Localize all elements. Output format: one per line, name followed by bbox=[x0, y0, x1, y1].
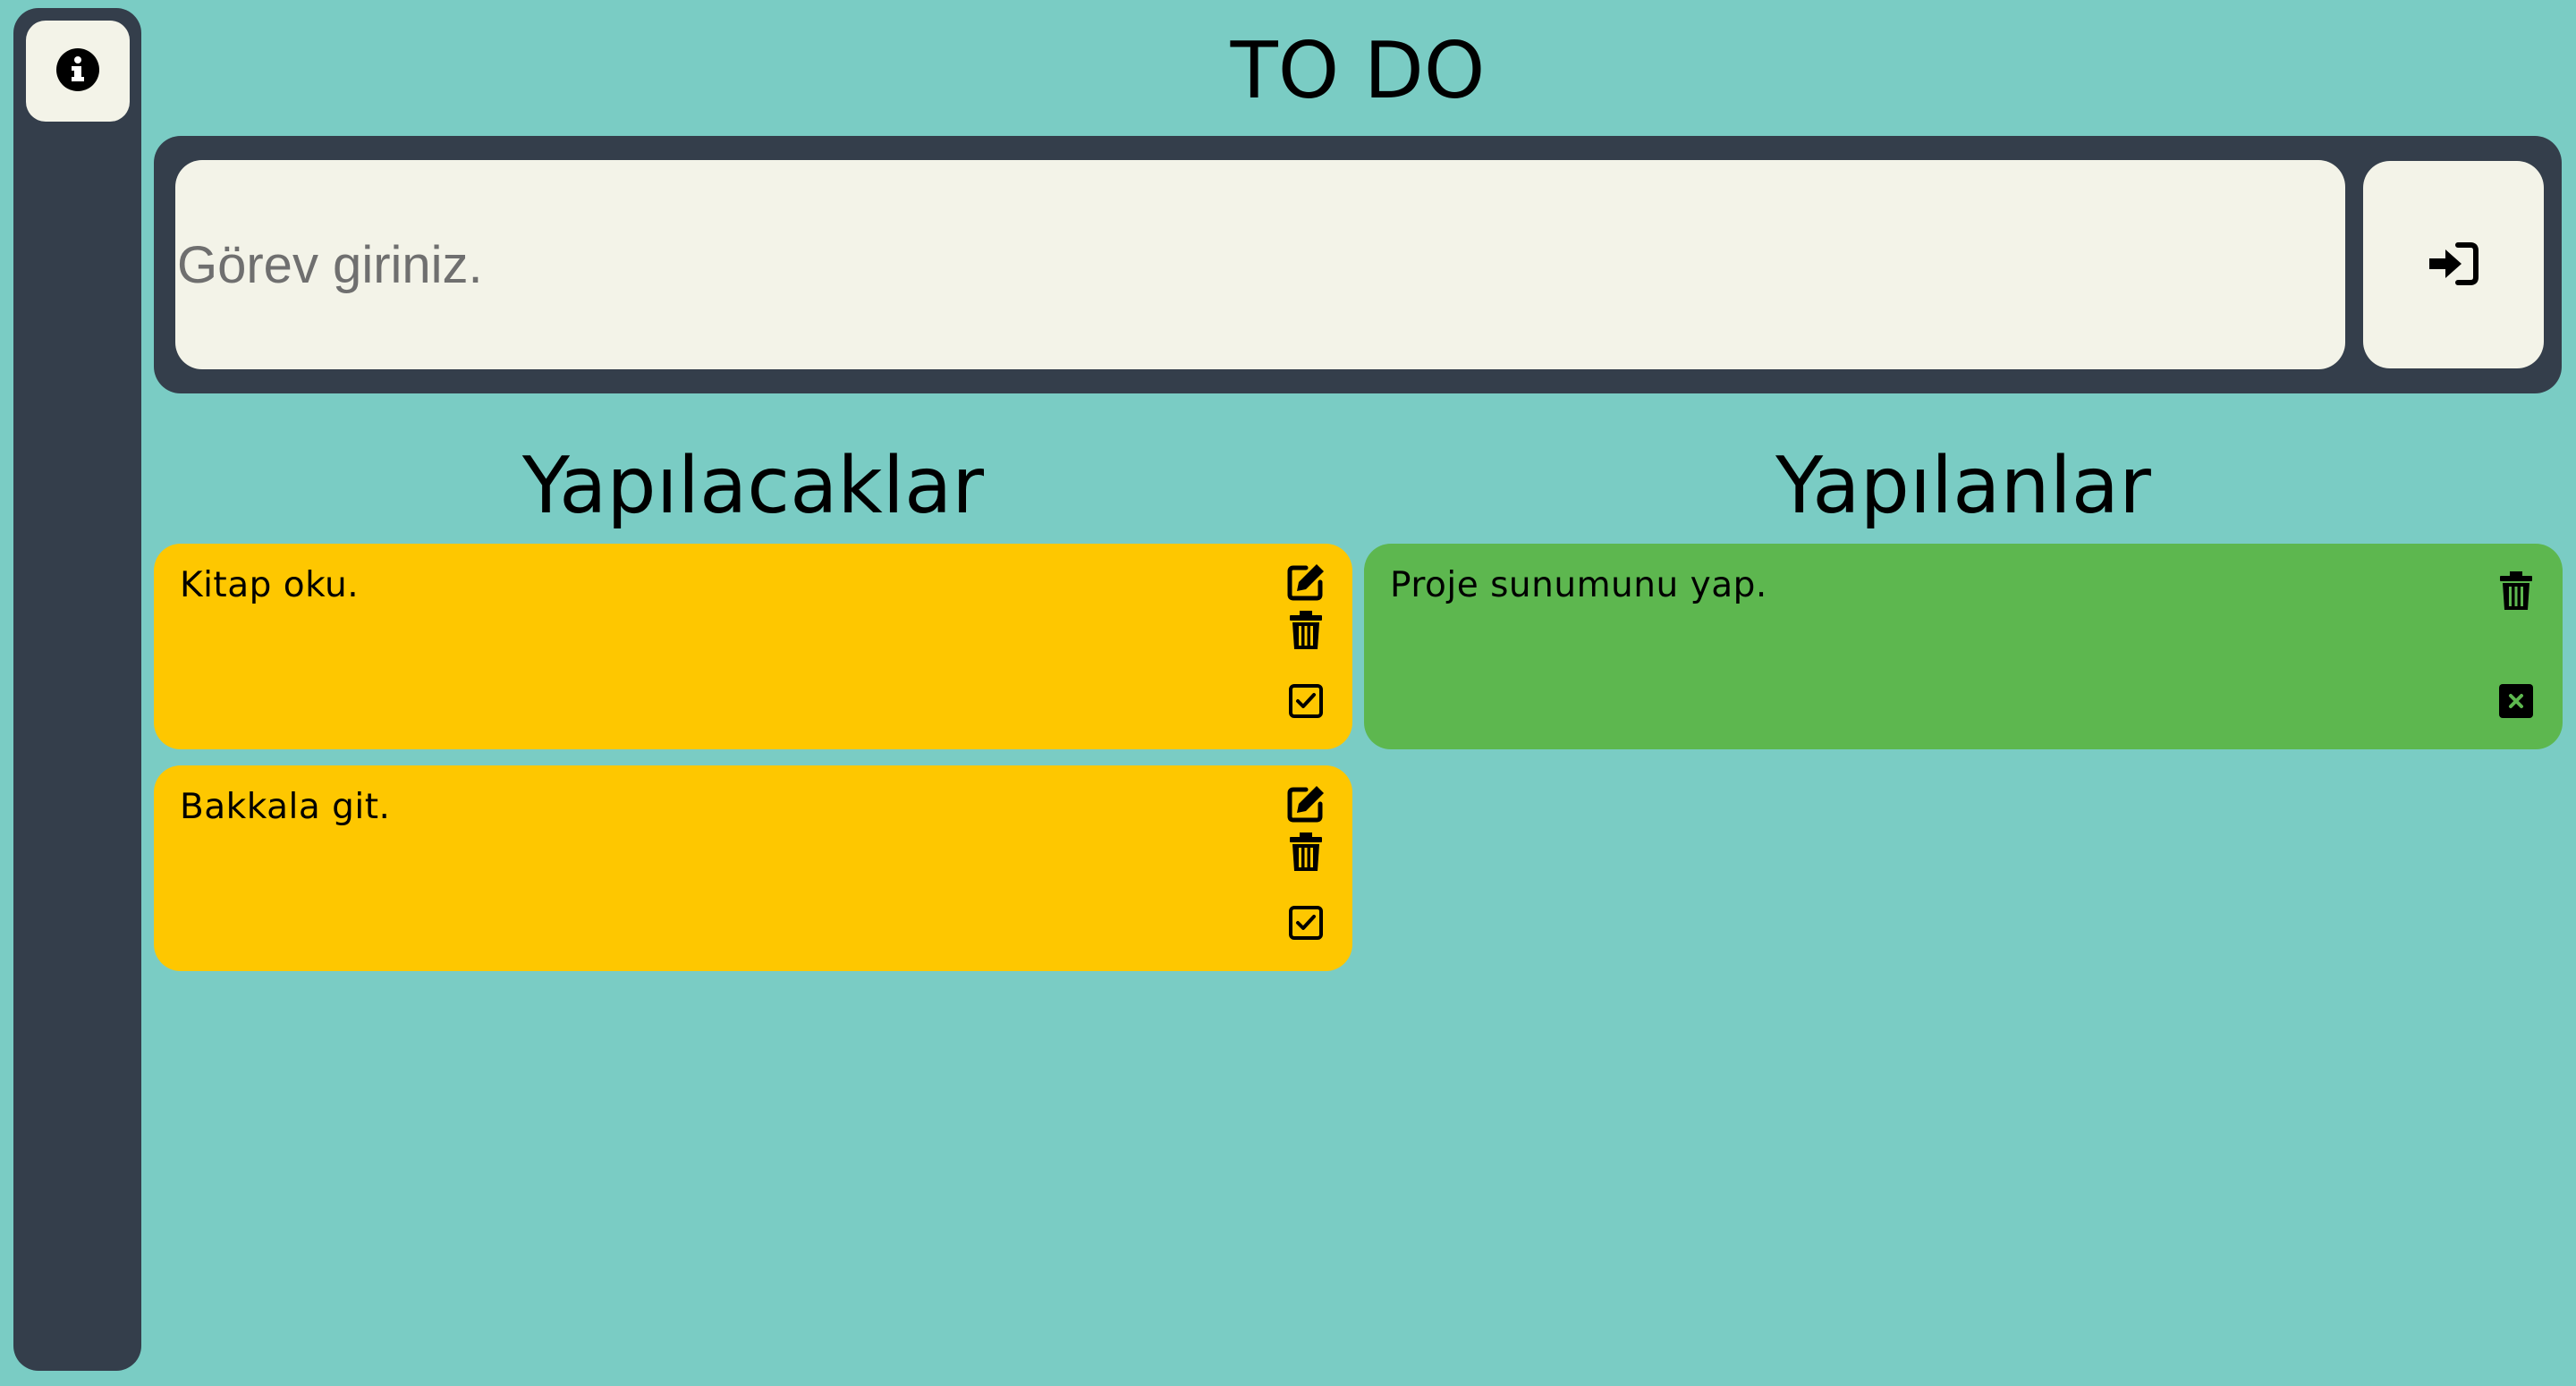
done-card-text: Proje sunumunu yap. bbox=[1390, 565, 1767, 605]
edit-button[interactable] bbox=[1282, 560, 1330, 608]
sign-in-arrow-icon bbox=[2428, 241, 2479, 289]
square-x-icon bbox=[2498, 683, 2534, 723]
task-input-panel bbox=[154, 136, 2562, 393]
checkbox-check-icon bbox=[1288, 905, 1324, 944]
todo-card: Kitap oku. bbox=[154, 544, 1352, 749]
info-button[interactable] bbox=[26, 21, 130, 122]
trash-icon bbox=[1288, 610, 1324, 655]
checkbox-check-icon bbox=[1288, 683, 1324, 723]
edit-button[interactable] bbox=[1282, 782, 1330, 830]
mark-done-button[interactable] bbox=[1282, 900, 1330, 949]
done-column-title: Yapılanlar bbox=[1775, 440, 2151, 531]
undo-done-button[interactable] bbox=[2492, 679, 2540, 727]
edit-icon bbox=[1286, 562, 1326, 605]
mark-done-button[interactable] bbox=[1282, 679, 1330, 727]
todo-column-title: Yapılacaklar bbox=[521, 440, 985, 531]
trash-icon bbox=[1288, 832, 1324, 876]
todo-card: Bakkala git. bbox=[154, 765, 1352, 971]
task-input[interactable] bbox=[175, 160, 2345, 369]
todo-card-text: Kitap oku. bbox=[180, 565, 360, 605]
add-task-button[interactable] bbox=[2363, 161, 2544, 368]
delete-button[interactable] bbox=[2492, 569, 2540, 617]
edit-icon bbox=[1286, 784, 1326, 827]
info-circle-icon bbox=[55, 47, 100, 96]
delete-button[interactable] bbox=[1282, 830, 1330, 878]
page-title: TO DO bbox=[1230, 25, 1486, 116]
todo-card-text: Bakkala git. bbox=[180, 787, 391, 827]
delete-button[interactable] bbox=[1282, 608, 1330, 656]
sidebar bbox=[13, 8, 141, 1371]
done-card: Proje sunumunu yap. bbox=[1364, 544, 2563, 749]
trash-icon bbox=[2498, 570, 2534, 615]
